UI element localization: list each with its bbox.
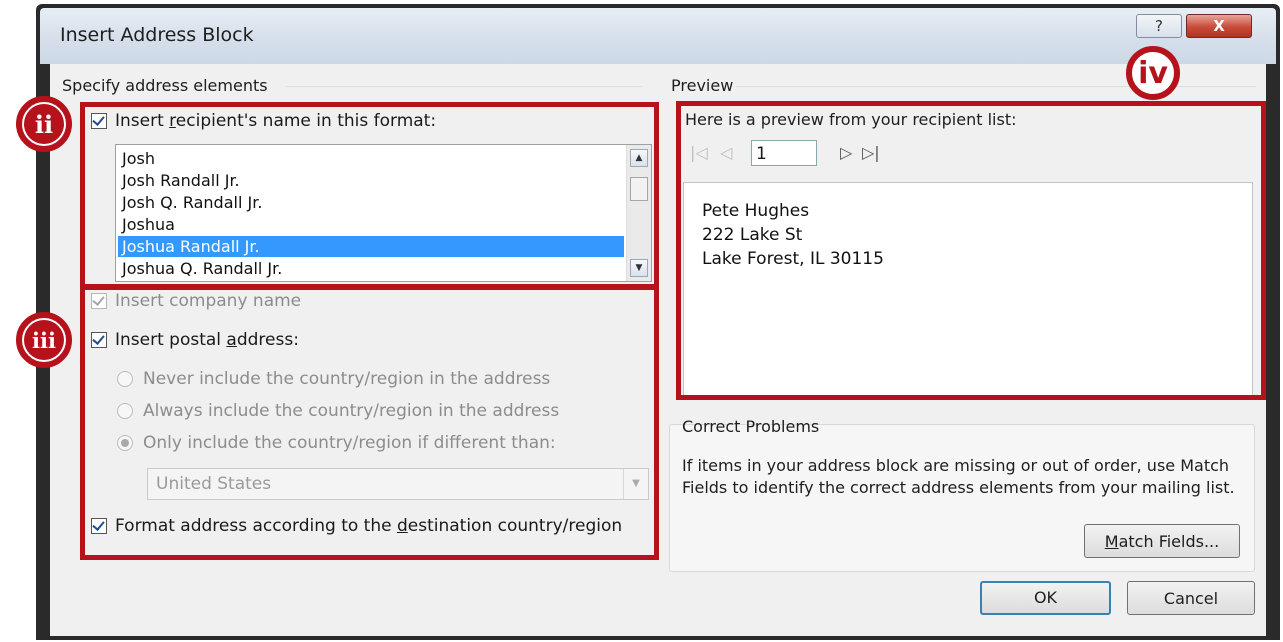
correct-problems-title: Correct Problems [682,417,820,436]
correct-problems-text: If items in your address block are missi… [682,456,1235,497]
annotation-box-iii [80,284,659,560]
address-elements-group-title: Specify address elements [62,76,268,95]
cancel-button[interactable]: Cancel [1127,581,1255,615]
correct-problems-group: Correct Problems If items in your addres… [669,417,1255,572]
dialog-title: Insert Address Block [60,24,254,46]
close-button[interactable]: X [1186,14,1252,38]
annotation-badge-iii: iii [16,312,72,368]
annotation-box-iv [676,101,1266,400]
annotation-badge-iv: iv [1126,46,1180,100]
ok-button[interactable]: OK [980,581,1111,615]
preview-group-title: Preview [671,76,734,95]
match-fields-button[interactable]: Match Fields... [1084,524,1240,558]
group-separator [736,86,1256,87]
help-button[interactable]: ? [1136,14,1182,38]
title-bar: Insert Address Block ? X [40,8,1276,64]
annotation-box-ii [80,102,659,290]
group-separator [286,86,642,87]
annotation-badge-ii: ii [16,96,72,152]
